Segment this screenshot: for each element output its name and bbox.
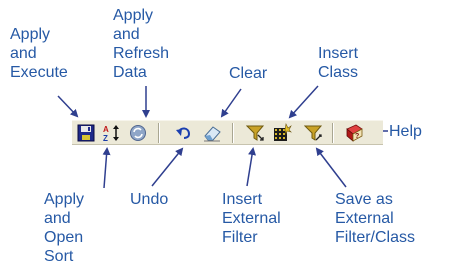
arrow-save-external — [315, 147, 347, 188]
undo-arrow-icon — [176, 127, 191, 139]
help-button[interactable]: ? — [344, 123, 364, 143]
arrow-clear — [220, 88, 242, 118]
help-book-icon: ? — [346, 124, 363, 142]
apply-and-open-sort-button[interactable]: A Z — [102, 123, 122, 143]
arrow-apply-open-sort — [102, 147, 111, 189]
insert-external-filter-button[interactable] — [246, 123, 266, 143]
undo-button[interactable] — [174, 123, 194, 143]
toolbar-separator — [158, 123, 160, 143]
apply-and-execute-button[interactable] — [76, 123, 96, 143]
refresh-globe-icon — [130, 125, 146, 141]
insert-class-button[interactable] — [272, 123, 292, 143]
svg-text:Z: Z — [103, 134, 108, 143]
toolbar: A Z ? — [72, 120, 383, 145]
toolbar-separator — [332, 123, 334, 143]
sort-az-icon: A Z — [103, 125, 119, 143]
funnel-icon — [246, 125, 265, 141]
apply-and-refresh-data-button[interactable] — [128, 123, 148, 143]
svg-text:A: A — [103, 125, 109, 134]
arrow-undo — [151, 147, 184, 187]
arrow-insert-class — [288, 85, 319, 119]
class-grid-icon — [274, 123, 292, 141]
svg-text:?: ? — [355, 133, 359, 140]
eraser-icon — [204, 126, 221, 142]
arrow-apply-execute — [57, 95, 79, 118]
funnel-save-icon — [304, 125, 323, 141]
arrow-insert-external-filter — [246, 147, 256, 187]
toolbar-separator — [232, 123, 234, 143]
clear-button[interactable] — [202, 123, 222, 143]
save-as-external-filter-class-button[interactable] — [304, 123, 324, 143]
floppy-disk-icon — [77, 124, 95, 142]
